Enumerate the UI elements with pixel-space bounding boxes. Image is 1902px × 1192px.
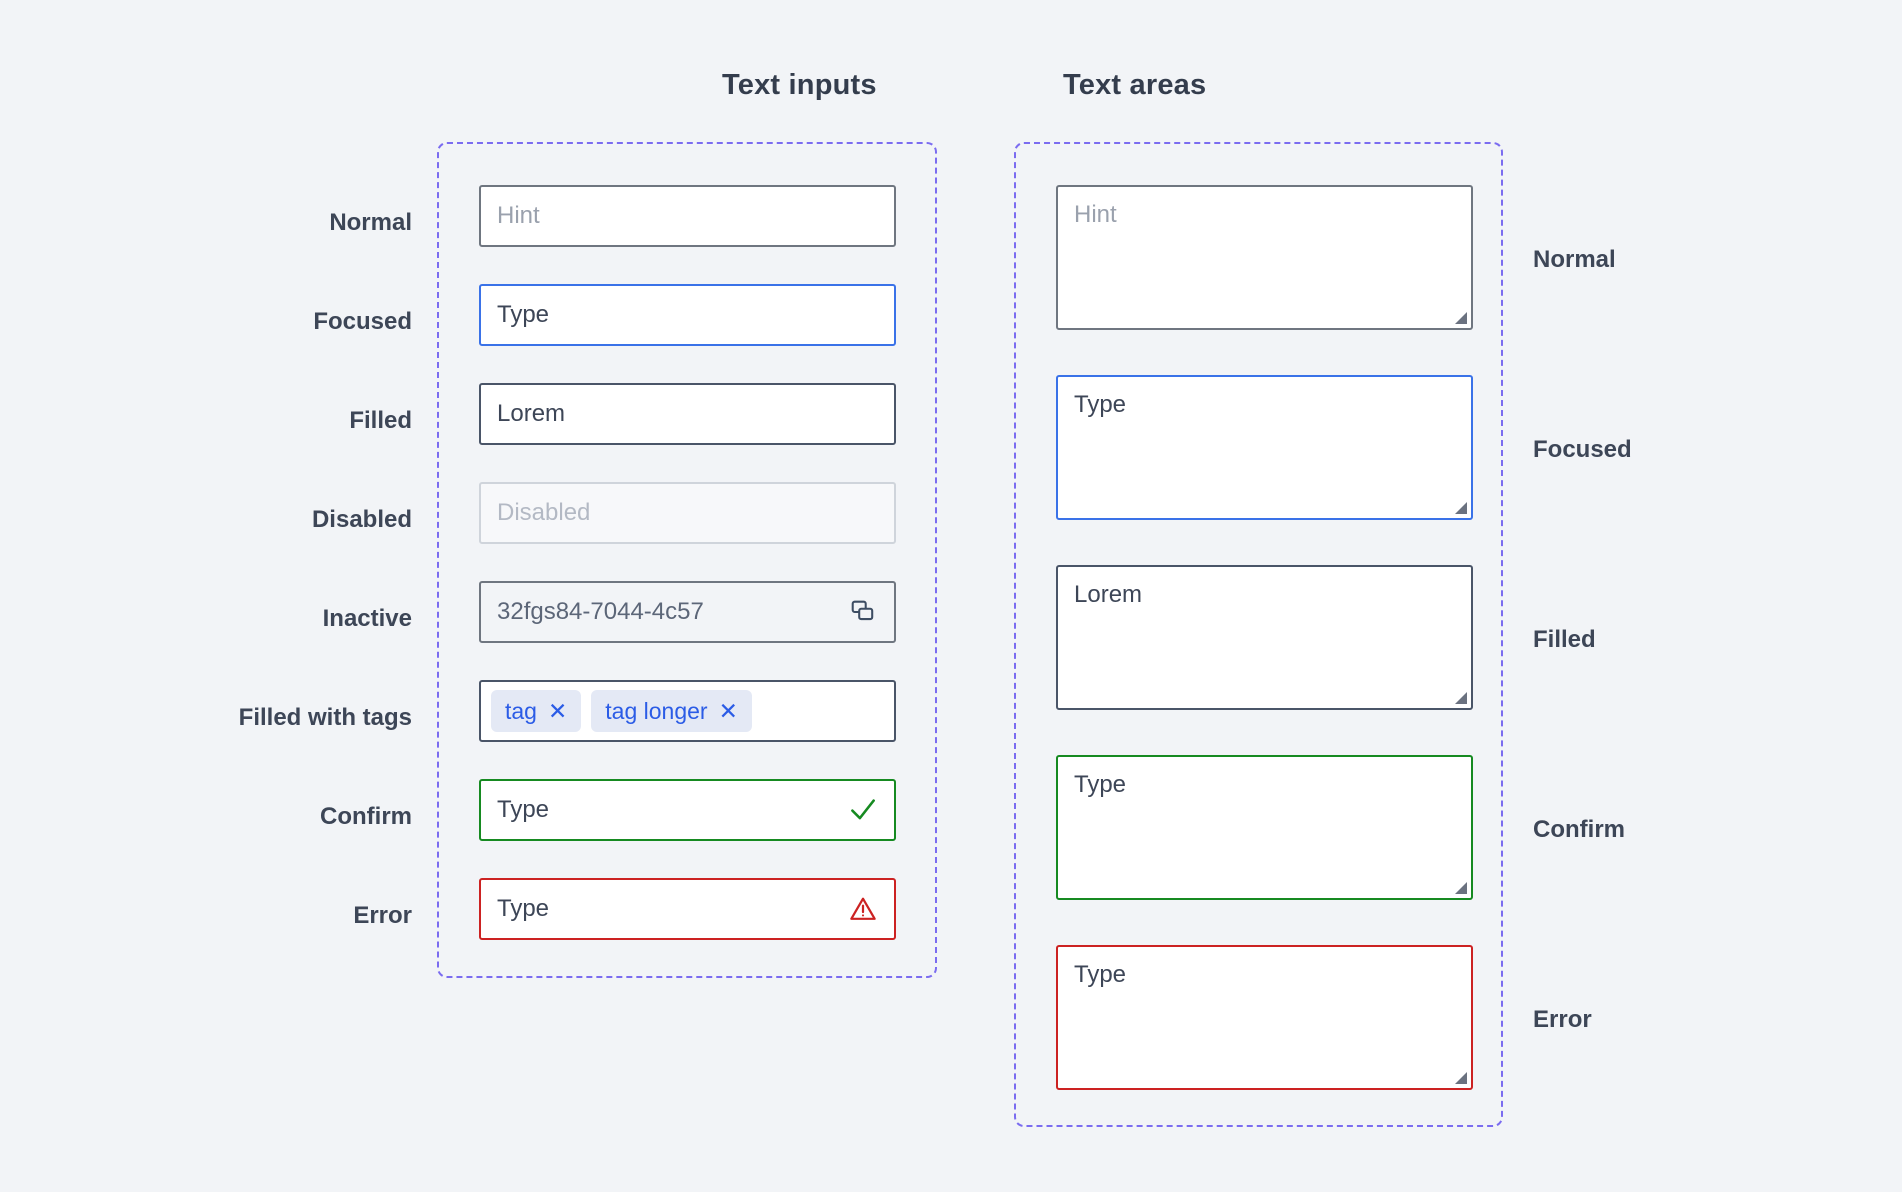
copy-icon[interactable]: [848, 597, 878, 627]
textarea-row-label-focused: Focused: [1533, 436, 1632, 463]
tag-chip-label: tag longer: [605, 697, 708, 724]
text-inputs-guide-box: [437, 142, 937, 978]
resize-handle-icon[interactable]: [1455, 1072, 1467, 1084]
tag-remove-icon[interactable]: ✕: [719, 699, 738, 723]
text-input-filled-value: Lorem: [497, 402, 566, 426]
text-input-normal[interactable]: Hint: [479, 185, 896, 247]
text-input-filled[interactable]: Lorem: [479, 383, 896, 445]
input-row-label-error: Error: [353, 902, 412, 929]
check-icon: [848, 795, 878, 825]
text-input-error[interactable]: Type: [479, 878, 896, 940]
input-row-label-inactive: Inactive: [322, 605, 412, 632]
input-row-label-confirm: Confirm: [320, 803, 412, 830]
input-row-label-normal: Normal: [329, 209, 412, 236]
textarea-filled-value: Lorem: [1074, 581, 1143, 608]
textarea-normal-placeholder: Hint: [1074, 201, 1117, 228]
textarea-error[interactable]: Type: [1056, 945, 1473, 1090]
textarea-focused-value: Type: [1074, 391, 1127, 418]
tag-remove-icon[interactable]: ✕: [548, 699, 567, 723]
resize-handle-icon[interactable]: [1455, 882, 1467, 894]
text-input-disabled: Disabled: [479, 482, 896, 544]
tag-chip-label: tag: [505, 697, 537, 724]
resize-handle-icon[interactable]: [1455, 502, 1467, 514]
text-input-error-value: Type: [497, 897, 550, 921]
input-row-label-filled-with-tags: Filled with tags: [238, 704, 412, 731]
input-row-label-filled: Filled: [349, 407, 412, 434]
textarea-filled[interactable]: Lorem: [1056, 565, 1473, 710]
tag-chip[interactable]: tag longer ✕: [591, 690, 752, 732]
text-input-focused-value: Type: [497, 303, 550, 327]
resize-handle-icon[interactable]: [1455, 312, 1467, 324]
text-inputs-heading: Text inputs: [722, 69, 877, 101]
text-input-confirm-value: Type: [497, 798, 550, 822]
text-areas-heading: Text areas: [1063, 69, 1207, 101]
text-input-inactive-value: 32fgs84-7044-4c57: [497, 600, 704, 624]
input-row-label-focused: Focused: [313, 308, 412, 335]
design-spec-canvas: Text inputs Text areas Normal Focused Fi…: [0, 0, 1902, 1192]
textarea-row-label-filled: Filled: [1533, 626, 1596, 653]
textarea-row-label-error: Error: [1533, 1006, 1592, 1033]
text-input-with-tags[interactable]: tag ✕ tag longer ✕: [479, 680, 896, 742]
textarea-focused[interactable]: Type: [1056, 375, 1473, 520]
text-input-disabled-placeholder: Disabled: [497, 501, 591, 525]
input-row-label-disabled: Disabled: [311, 506, 412, 533]
text-input-confirm[interactable]: Type: [479, 779, 896, 841]
tag-chip[interactable]: tag ✕: [491, 690, 582, 732]
textarea-row-label-normal: Normal: [1533, 246, 1616, 273]
textarea-normal[interactable]: Hint: [1056, 185, 1473, 330]
warning-icon: [848, 894, 878, 924]
text-input-inactive[interactable]: 32fgs84-7044-4c57: [479, 581, 896, 643]
textarea-row-label-confirm: Confirm: [1533, 816, 1625, 843]
textarea-confirm[interactable]: Type: [1056, 755, 1473, 900]
text-input-normal-placeholder: Hint: [497, 204, 540, 228]
textarea-confirm-value: Type: [1074, 771, 1127, 798]
textarea-error-value: Type: [1074, 961, 1127, 988]
text-input-focused[interactable]: Type: [479, 284, 896, 346]
resize-handle-icon[interactable]: [1455, 692, 1467, 704]
